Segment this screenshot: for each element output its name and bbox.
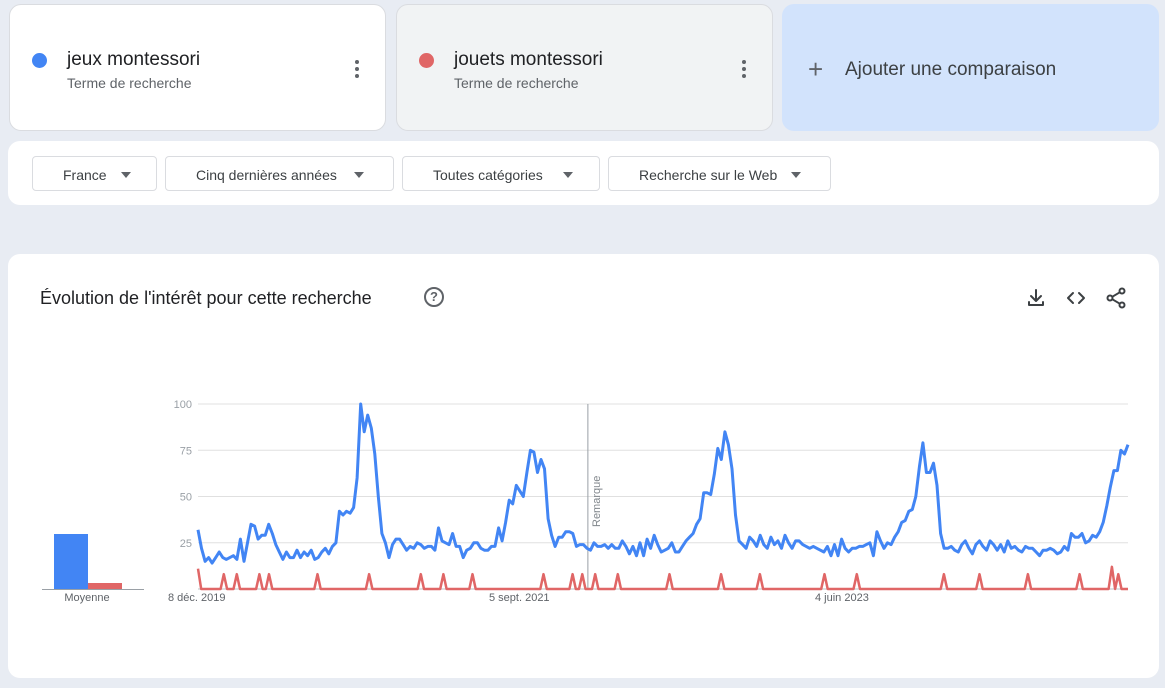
add-comparison-label: Ajouter une comparaison <box>845 59 1057 80</box>
x-tick-label: 5 sept. 2021 <box>489 592 550 604</box>
y-tick-label: 50 <box>180 492 192 504</box>
interest-over-time-panel: Évolution de l'intérêt pour cette recher… <box>8 254 1159 678</box>
period-filter[interactable]: Cinq dernières années <box>165 156 394 191</box>
term-name: jeux montessori <box>67 49 201 70</box>
filter-bar: France Cinq dernières années Toutes caté… <box>8 141 1159 205</box>
note-marker-label[interactable]: Remarque <box>591 476 603 527</box>
region-filter-label: France <box>63 167 107 183</box>
series-line-jeux-montessori[interactable] <box>196 402 1130 565</box>
term-subtitle: Terme de recherche <box>454 75 579 91</box>
series-color-dot <box>32 53 47 68</box>
x-tick-label: 8 déc. 2019 <box>168 592 226 604</box>
series-line-jouets-montessori[interactable] <box>196 565 1128 591</box>
y-tick-label: 25 <box>180 538 192 550</box>
download-icon[interactable] <box>1024 286 1048 310</box>
region-filter[interactable]: France <box>32 156 157 191</box>
x-tick-label: 4 juin 2023 <box>815 592 869 604</box>
search-type-filter-label: Recherche sur le Web <box>639 167 778 183</box>
more-vert-icon[interactable] <box>347 57 367 81</box>
term-name: jouets montessori <box>454 49 603 70</box>
average-bar-jeux-montessori <box>54 533 88 589</box>
term-card-jeux-montessori[interactable]: jeux montessori Terme de recherche <box>9 4 386 131</box>
series-color-dot <box>419 53 434 68</box>
y-tick-label: 75 <box>180 445 192 457</box>
embed-code-icon[interactable] <box>1064 286 1088 310</box>
dropdown-caret-icon <box>354 172 364 178</box>
term-subtitle: Terme de recherche <box>67 75 192 91</box>
period-filter-label: Cinq dernières années <box>196 167 337 183</box>
y-tick-label: 100 <box>174 399 192 411</box>
add-comparison-button[interactable]: + Ajouter une comparaison <box>782 4 1159 131</box>
category-filter[interactable]: Toutes catégories <box>402 156 600 191</box>
interest-line-chart[interactable]: 25 50 75 100 Remarque <box>158 394 1138 594</box>
more-vert-icon[interactable] <box>734 57 754 81</box>
panel-title: Évolution de l'intérêt pour cette recher… <box>40 288 372 308</box>
average-axis <box>42 589 144 590</box>
average-label: Moyenne <box>64 592 110 604</box>
search-type-filter[interactable]: Recherche sur le Web <box>608 156 831 191</box>
dropdown-caret-icon <box>563 172 573 178</box>
share-icon[interactable] <box>1104 286 1128 310</box>
help-icon[interactable]: ? <box>424 287 444 307</box>
term-card-jouets-montessori[interactable]: jouets montessori Terme de recherche <box>396 4 773 131</box>
add-icon: + <box>808 54 824 84</box>
category-filter-label: Toutes catégories <box>433 167 543 183</box>
dropdown-caret-icon <box>791 172 801 178</box>
dropdown-caret-icon <box>121 172 131 178</box>
